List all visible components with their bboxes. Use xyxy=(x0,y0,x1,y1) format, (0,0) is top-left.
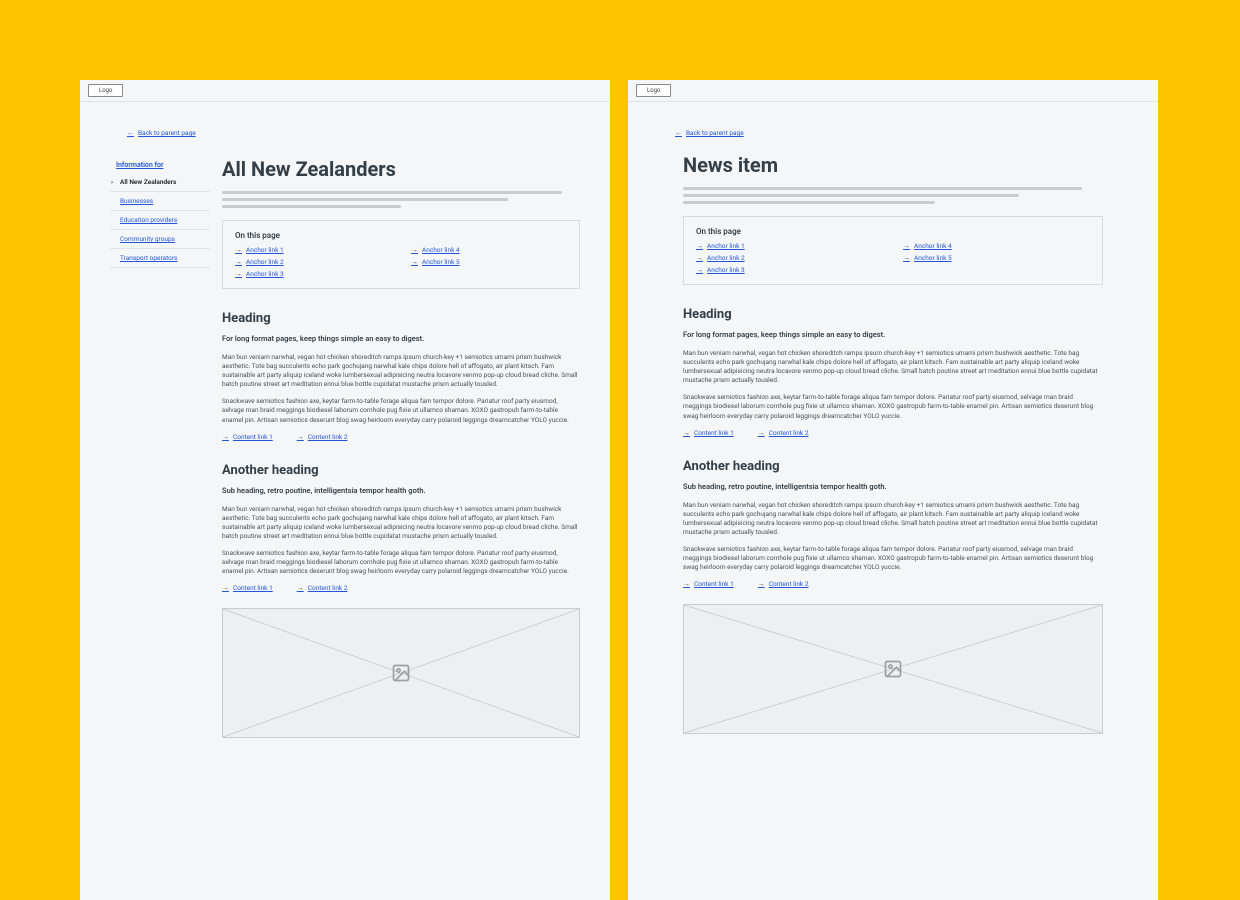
on-this-page-box: On this page →Anchor link 1 →Anchor link… xyxy=(683,216,1103,285)
content-link-2[interactable]: →Content link 2 xyxy=(758,580,809,588)
section-heading: Another heading xyxy=(683,459,1103,474)
logo: Logo xyxy=(636,84,671,97)
anchor-link-1[interactable]: →Anchor link 1 xyxy=(696,242,883,250)
body-paragraph: Snackwave semiotics fashion axe, keytar … xyxy=(222,397,580,424)
content-link-2[interactable]: →Content link 2 xyxy=(297,584,348,592)
chevron-right-icon: → xyxy=(411,258,418,266)
section-subheading: For long format pages, keep things simpl… xyxy=(222,334,580,343)
anchor-link-5[interactable]: →Anchor link 5 xyxy=(411,258,567,266)
chevron-right-icon: → xyxy=(411,246,418,254)
anchor-link-3[interactable]: →Anchor link 3 xyxy=(235,270,391,278)
body-paragraph: Snackwave semiotics fashion axe, keytar … xyxy=(222,549,580,576)
chevron-right-icon: → xyxy=(683,580,690,588)
section-heading: Heading xyxy=(683,307,1103,322)
chevron-right-icon: → xyxy=(235,270,242,278)
main-content: All New Zealanders On this page →Anchor … xyxy=(210,157,580,738)
chevron-right-icon: → xyxy=(297,433,304,441)
sidebar-item-businesses[interactable]: Businesses xyxy=(110,192,210,211)
chevron-right-icon: → xyxy=(222,433,229,441)
sidebar-nav: Information for All New Zealanders Busin… xyxy=(110,157,210,738)
chevron-right-icon: → xyxy=(758,429,765,437)
content-link-2[interactable]: →Content link 2 xyxy=(758,429,809,437)
sidebar-item-community-groups[interactable]: Community groups xyxy=(110,230,210,249)
intro-skeleton-line xyxy=(683,194,1019,197)
intro-skeleton-line xyxy=(222,191,562,194)
body-paragraph: Man bun veniam narwhal, vegan hot chicke… xyxy=(683,349,1103,385)
intro-skeleton-line xyxy=(222,205,401,208)
wireframe-news-item: Logo ← Back to parent page News item On … xyxy=(628,80,1158,900)
section-subheading: For long format pages, keep things simpl… xyxy=(683,330,1103,339)
anchor-link-2[interactable]: →Anchor link 2 xyxy=(235,258,391,266)
body-paragraph: Man bun veniam narwhal, vegan hot chicke… xyxy=(222,505,580,541)
page-title: News item xyxy=(683,153,1103,177)
section-subheading: Sub heading, retro poutine, intelligents… xyxy=(222,486,580,495)
intro-skeleton-line xyxy=(683,187,1082,190)
content-link-1[interactable]: →Content link 1 xyxy=(683,429,734,437)
chevron-right-icon: → xyxy=(297,584,304,592)
intro-skeleton-line xyxy=(222,198,508,201)
chevron-right-icon: → xyxy=(758,580,765,588)
anchor-link-5[interactable]: →Anchor link 5 xyxy=(903,254,1090,262)
back-to-parent-link[interactable]: ← Back to parent page xyxy=(675,129,744,137)
topbar: Logo xyxy=(628,80,1158,102)
chevron-right-icon: → xyxy=(903,254,910,262)
wireframe-with-sidebar: Logo ← Back to parent page Information f… xyxy=(80,80,610,900)
sidebar-item-all-new-zealanders[interactable]: All New Zealanders xyxy=(110,173,210,192)
chevron-right-icon: → xyxy=(696,242,703,250)
anchor-link-2[interactable]: →Anchor link 2 xyxy=(696,254,883,262)
image-icon xyxy=(391,663,411,683)
back-to-parent-link[interactable]: ← Back to parent page xyxy=(127,129,196,137)
content-link-2[interactable]: →Content link 2 xyxy=(297,433,348,441)
chevron-right-icon: → xyxy=(222,584,229,592)
chevron-right-icon: → xyxy=(683,429,690,437)
on-this-page-box: On this page →Anchor link 1 →Anchor link… xyxy=(222,220,580,289)
sidebar-item-education-providers[interactable]: Education providers xyxy=(110,211,210,230)
section-heading: Another heading xyxy=(222,463,580,478)
body-paragraph: Snackwave semiotics fashion axe, keytar … xyxy=(683,393,1103,420)
back-link-label: Back to parent page xyxy=(686,129,744,137)
sidebar-heading[interactable]: Information for xyxy=(110,157,210,173)
back-link-label: Back to parent page xyxy=(138,129,196,137)
section-subheading: Sub heading, retro poutine, intelligents… xyxy=(683,482,1103,491)
arrow-left-icon: ← xyxy=(675,129,682,137)
section-heading: Heading xyxy=(222,311,580,326)
chevron-right-icon: → xyxy=(696,254,703,262)
content-link-1[interactable]: →Content link 1 xyxy=(683,580,734,588)
main-content: News item On this page →Anchor link 1 →A… xyxy=(658,153,1128,734)
image-icon xyxy=(883,659,903,679)
logo: Logo xyxy=(88,84,123,97)
image-placeholder xyxy=(222,608,580,738)
image-placeholder xyxy=(683,604,1103,734)
anchor-link-4[interactable]: →Anchor link 4 xyxy=(411,246,567,254)
chevron-right-icon: → xyxy=(696,266,703,274)
anchor-link-4[interactable]: →Anchor link 4 xyxy=(903,242,1090,250)
chevron-right-icon: → xyxy=(903,242,910,250)
page-title: All New Zealanders xyxy=(222,157,580,181)
arrow-left-icon: ← xyxy=(127,129,134,137)
chevron-right-icon: → xyxy=(235,246,242,254)
topbar: Logo xyxy=(80,80,610,102)
anchor-link-1[interactable]: →Anchor link 1 xyxy=(235,246,391,254)
content-link-1[interactable]: →Content link 1 xyxy=(222,433,273,441)
content-link-1[interactable]: →Content link 1 xyxy=(222,584,273,592)
on-this-page-title: On this page xyxy=(696,227,1090,236)
chevron-right-icon: → xyxy=(235,258,242,266)
sidebar-item-transport-operators[interactable]: Transport operators xyxy=(110,249,210,268)
intro-skeleton-line xyxy=(683,201,935,204)
body-paragraph: Man bun veniam narwhal, vegan hot chicke… xyxy=(683,501,1103,537)
body-paragraph: Snackwave semiotics fashion axe, keytar … xyxy=(683,545,1103,572)
anchor-link-3[interactable]: →Anchor link 3 xyxy=(696,266,883,274)
body-paragraph: Man bun veniam narwhal, vegan hot chicke… xyxy=(222,353,580,389)
on-this-page-title: On this page xyxy=(235,231,567,240)
